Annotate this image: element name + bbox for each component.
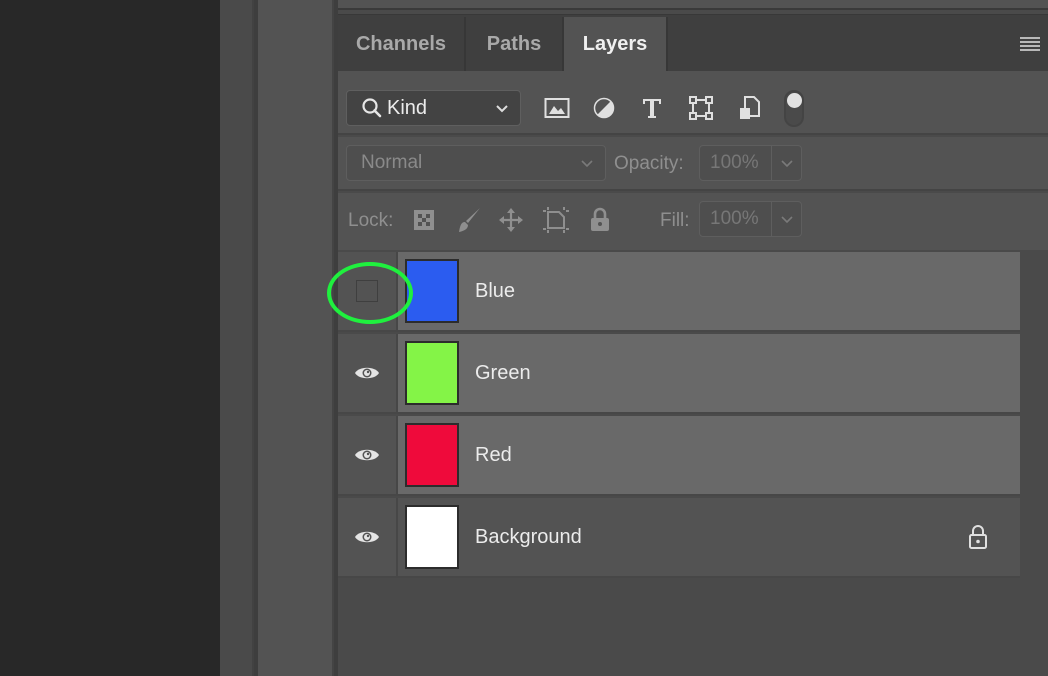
layers-list: Blue Green Red Background	[327, 250, 1048, 676]
tab-layers[interactable]: Layers	[564, 17, 668, 72]
opacity-label: Opacity:	[614, 153, 684, 174]
kind-filter-select[interactable]: Kind	[346, 90, 521, 126]
lock-artboard-icon[interactable]	[541, 205, 571, 235]
layer-name: Background	[475, 525, 582, 548]
eye-icon	[355, 449, 379, 461]
eye-icon	[355, 367, 379, 379]
visibility-toggle[interactable]	[338, 498, 398, 576]
lock-transparent-pixels-icon[interactable]	[409, 205, 439, 235]
tab-channels[interactable]: Channels	[338, 17, 466, 72]
lock-label: Lock:	[348, 210, 394, 231]
lock-row: Lock: Fill: 100%	[338, 193, 1048, 250]
chevron-down-icon	[581, 160, 593, 168]
layer-filter-row: Kind	[338, 71, 1048, 135]
layer-name: Blue	[475, 279, 516, 302]
kind-filter-label: Kind	[387, 96, 428, 119]
photoshop-window: Channels Paths Layers Kind Normal Opacit…	[0, 0, 1048, 676]
layer-lock-icon[interactable]	[968, 524, 988, 550]
panel-tab-bar: Channels Paths Layers	[338, 14, 1048, 72]
layer-thumbnail	[405, 423, 459, 487]
chevron-down-icon	[780, 160, 793, 168]
layer-thumbnail	[405, 341, 459, 405]
layer-thumbnail	[405, 259, 459, 323]
layer-name: Red	[475, 443, 512, 466]
layer-row-blue[interactable]: Blue	[327, 252, 1020, 332]
blend-mode-value: Normal	[361, 152, 423, 173]
hamburger-menu-icon[interactable]	[1020, 37, 1040, 51]
layer-row-background[interactable]: Background	[338, 498, 1020, 578]
lock-position-icon[interactable]	[496, 205, 526, 235]
type-filter-icon[interactable]	[637, 93, 667, 123]
collapsed-panel-column	[258, 0, 332, 676]
panel-dock-strip	[220, 0, 252, 676]
visibility-toggle[interactable]	[338, 334, 398, 412]
filter-toggle-switch[interactable]	[784, 90, 804, 127]
fill-value[interactable]: 100%	[700, 202, 772, 236]
image-filter-icon[interactable]	[542, 93, 572, 123]
chevron-down-icon	[780, 216, 793, 224]
layer-thumbnail	[405, 505, 459, 569]
visibility-toggle[interactable]	[338, 416, 398, 494]
smart-object-filter-icon[interactable]	[735, 93, 765, 123]
blend-mode-select[interactable]: Normal	[346, 145, 606, 181]
visibility-off-box	[356, 280, 378, 302]
document-canvas[interactable]	[0, 0, 220, 676]
layer-name: Green	[475, 361, 531, 384]
search-icon	[362, 98, 382, 118]
tab-paths[interactable]: Paths	[466, 17, 564, 72]
panel-top-bar	[338, 0, 1048, 10]
layers-panel: Channels Paths Layers Kind Normal Opacit…	[327, 0, 1048, 676]
opacity-field[interactable]: 100%	[699, 145, 802, 181]
visibility-toggle[interactable]	[327, 252, 413, 330]
fill-label: Fill:	[660, 210, 690, 231]
eye-icon	[355, 531, 379, 543]
fill-dropdown-button[interactable]	[772, 202, 801, 236]
layer-row-red[interactable]: Red	[338, 416, 1020, 496]
opacity-value[interactable]: 100%	[700, 146, 772, 180]
fill-field[interactable]: 100%	[699, 201, 802, 237]
layers-scroll-gutter[interactable]	[1020, 250, 1048, 676]
shape-filter-icon[interactable]	[686, 93, 716, 123]
chevron-down-icon	[496, 105, 508, 113]
lock-image-pixels-icon[interactable]	[454, 205, 484, 235]
toggle-knob	[787, 93, 802, 108]
opacity-dropdown-button[interactable]	[772, 146, 801, 180]
layer-row-green[interactable]: Green	[338, 334, 1020, 414]
lock-all-icon[interactable]	[585, 205, 615, 235]
adjustment-filter-icon[interactable]	[589, 93, 619, 123]
blend-row: Normal Opacity: 100%	[338, 137, 1048, 191]
